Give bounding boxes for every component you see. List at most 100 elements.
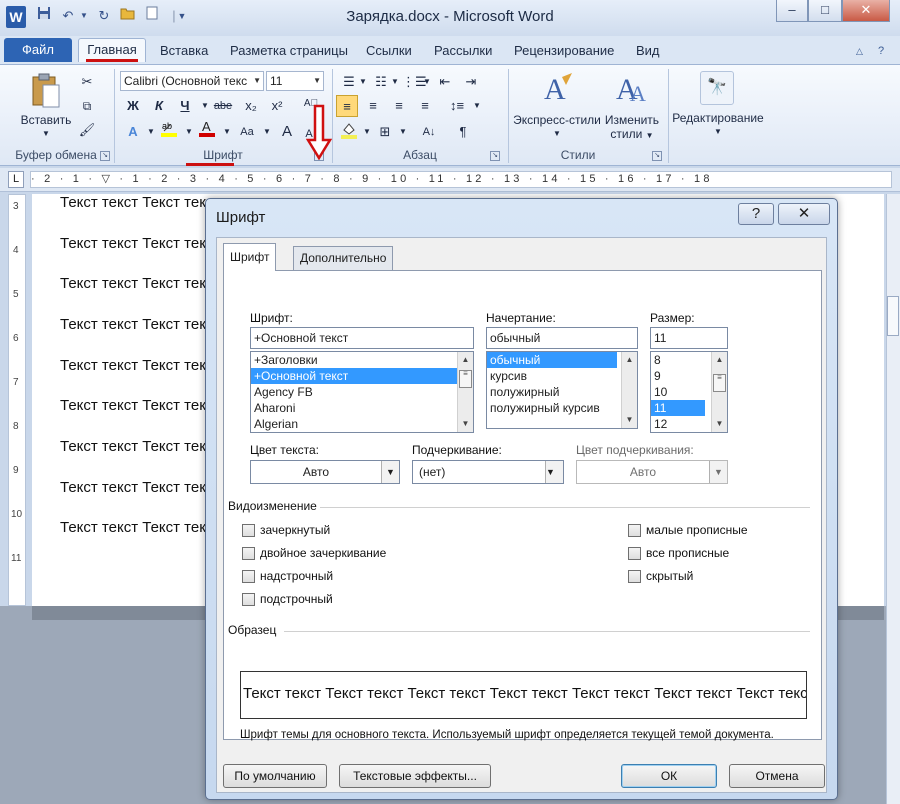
help-icon[interactable]: ? [874, 40, 888, 64]
font-color-dropdown[interactable]: Авто ▼ [250, 460, 400, 484]
line-spacing-icon[interactable]: ↕≡ [446, 95, 468, 117]
document-line[interactable]: Текст текст Текст текст [60, 275, 220, 292]
list-scrollbar[interactable]: ▲ ▼ [621, 352, 637, 428]
document-line[interactable]: Текст текст Текст текст [60, 357, 220, 374]
cancel-button[interactable]: Отмена [729, 764, 825, 788]
tab-review[interactable]: Рецензирование [510, 40, 618, 64]
align-center-icon[interactable]: ≡ [362, 95, 384, 117]
change-styles-button-line2[interactable]: стили ▼ [600, 127, 664, 143]
document-line[interactable]: Текст текст Текст текст [60, 316, 220, 333]
change-case-button[interactable]: Aa [236, 121, 258, 143]
subscript-checkbox-label[interactable]: подстрочный [260, 592, 333, 606]
list-item[interactable]: +Заголовки [251, 352, 473, 368]
scrollbar-thumb[interactable]: ≡ [713, 374, 726, 392]
tab-file[interactable]: Файл [4, 38, 72, 62]
close-window-button[interactable]: ✕ [842, 0, 890, 22]
double-strikethrough-checkbox-label[interactable]: двойное зачеркивание [260, 546, 386, 560]
list-item[interactable]: Agency FB [251, 384, 473, 400]
list-item[interactable]: Aharoni [251, 400, 473, 416]
font-color-dropdown-icon[interactable]: ▼ [216, 121, 238, 143]
decrease-indent-icon[interactable]: ⇤ [434, 71, 456, 93]
scroll-up-icon[interactable]: ▲ [458, 352, 473, 368]
subscript-checkbox[interactable] [242, 593, 255, 606]
list-item-selected[interactable]: +Основной текст [251, 368, 473, 384]
sort-icon[interactable]: A↓ [418, 121, 440, 143]
paragraph-launcher-icon[interactable]: ↘ [490, 151, 500, 161]
tab-insert[interactable]: Вставка [156, 40, 212, 64]
scroll-down-icon[interactable]: ▼ [458, 416, 473, 432]
underline-button[interactable]: Ч [174, 95, 196, 117]
tab-selector-button[interactable]: L [8, 171, 24, 188]
borders-dropdown-icon[interactable]: ▼ [392, 121, 414, 143]
font-color-icon[interactable]: A [196, 119, 218, 141]
superscript-checkbox-label[interactable]: надстрочный [260, 569, 333, 583]
ok-button[interactable]: ОК [621, 764, 717, 788]
paste-dropdown-icon[interactable]: ▼ [14, 127, 78, 141]
all-caps-checkbox[interactable] [628, 547, 641, 560]
document-line[interactable]: Текст текст Текст текст [60, 479, 220, 496]
strikethrough-checkbox[interactable] [242, 524, 255, 537]
style-input[interactable]: обычный [486, 327, 638, 349]
paste-button[interactable]: Вставить [14, 113, 78, 127]
vertical-scrollbar[interactable] [886, 194, 900, 804]
list-item[interactable]: полужирный [487, 384, 637, 400]
scroll-up-icon[interactable]: ▲ [712, 352, 727, 368]
highlight-icon[interactable]: ab [158, 119, 180, 141]
minimize-button[interactable]: – [776, 0, 808, 22]
format-painter-icon[interactable]: 🖌 [76, 119, 98, 141]
change-styles-icon[interactable]: AA [614, 71, 648, 110]
list-item[interactable]: полужирный курсив [487, 400, 637, 416]
scroll-down-icon[interactable]: ▼ [622, 412, 637, 428]
hidden-checkbox[interactable] [628, 570, 641, 583]
scrollbar-thumb[interactable] [887, 296, 899, 336]
scroll-down-icon[interactable]: ▼ [712, 416, 727, 432]
list-scrollbar[interactable]: ▲ ≡ ▼ [457, 352, 473, 432]
editing-dropdown-icon[interactable]: ▼ [668, 125, 768, 139]
size-input[interactable]: 11 [650, 327, 728, 349]
change-styles-button[interactable]: Изменить [600, 113, 664, 127]
strikethrough-checkbox-label[interactable]: зачеркнутый [260, 523, 330, 537]
cut-icon[interactable]: ✂ [76, 71, 98, 93]
double-strikethrough-checkbox[interactable] [242, 547, 255, 560]
hidden-checkbox-label[interactable]: скрытый [646, 569, 693, 583]
size-list[interactable]: 8 9 10 11 12 ▲ ≡ ▼ [650, 351, 728, 433]
change-case-dropdown-icon[interactable]: ▼ [256, 121, 278, 143]
quick-styles-dropdown-icon[interactable]: ▼ [512, 127, 602, 141]
subscript-button[interactable]: x₂ [240, 95, 262, 117]
tab-references[interactable]: Ссылки [362, 40, 416, 64]
document-line[interactable]: Текст текст Текст текст [60, 397, 220, 414]
font-size-combo[interactable]: 11 ▼ [266, 71, 324, 91]
editing-button[interactable]: Редактирование [668, 111, 768, 125]
maximize-button[interactable]: □ [808, 0, 842, 22]
dialog-close-button[interactable]: ✕ [778, 203, 830, 225]
all-caps-checkbox-label[interactable]: все прописные [646, 546, 729, 560]
font-name-combo[interactable]: Calibri (Основной текс ▼ [120, 71, 264, 91]
small-caps-checkbox-label[interactable]: малые прописные [646, 523, 748, 537]
tab-page-layout[interactable]: Разметка страницы [226, 40, 352, 64]
tab-mailings[interactable]: Рассылки [430, 40, 496, 64]
small-caps-checkbox[interactable] [628, 524, 641, 537]
quick-styles-button[interactable]: Экспресс-стили [512, 113, 602, 127]
underline-dropdown[interactable]: (нет) ▼ [412, 460, 564, 484]
line-spacing-dropdown-icon[interactable]: ▼ [466, 95, 488, 117]
quick-styles-icon[interactable]: A [540, 71, 574, 110]
superscript-button[interactable]: x² [266, 95, 288, 117]
tab-view[interactable]: Вид [632, 40, 664, 64]
document-line[interactable]: Текст текст Текст текст [60, 519, 220, 536]
tab-advanced[interactable]: Дополнительно [293, 246, 394, 270]
binoculars-icon[interactable]: 🔭 [700, 71, 734, 105]
scrollbar-thumb[interactable]: ≡ [459, 370, 472, 388]
text-effects-button[interactable]: Текстовые эффекты... [339, 764, 491, 788]
scroll-up-icon[interactable]: ▲ [622, 352, 637, 368]
list-item[interactable]: курсив [487, 368, 637, 384]
increase-indent-icon[interactable]: ⇥ [460, 71, 482, 93]
font-name-list[interactable]: +Заголовки +Основной текст Agency FB Aha… [250, 351, 474, 433]
show-marks-button[interactable]: ¶ [452, 121, 474, 143]
align-right-icon[interactable]: ≡ [388, 95, 410, 117]
superscript-checkbox[interactable] [242, 570, 255, 583]
strikethrough-button[interactable]: abe [212, 95, 234, 117]
minimize-ribbon-icon[interactable]: △ [852, 40, 867, 64]
tab-font[interactable]: Шрифт [223, 243, 277, 271]
ruler-scale[interactable]: · 2 · 1 · ▽ · 1 · 2 · 3 · 4 · 5 · 6 · 7 … [30, 171, 892, 188]
clipboard-launcher-icon[interactable]: ↘ [100, 151, 110, 161]
